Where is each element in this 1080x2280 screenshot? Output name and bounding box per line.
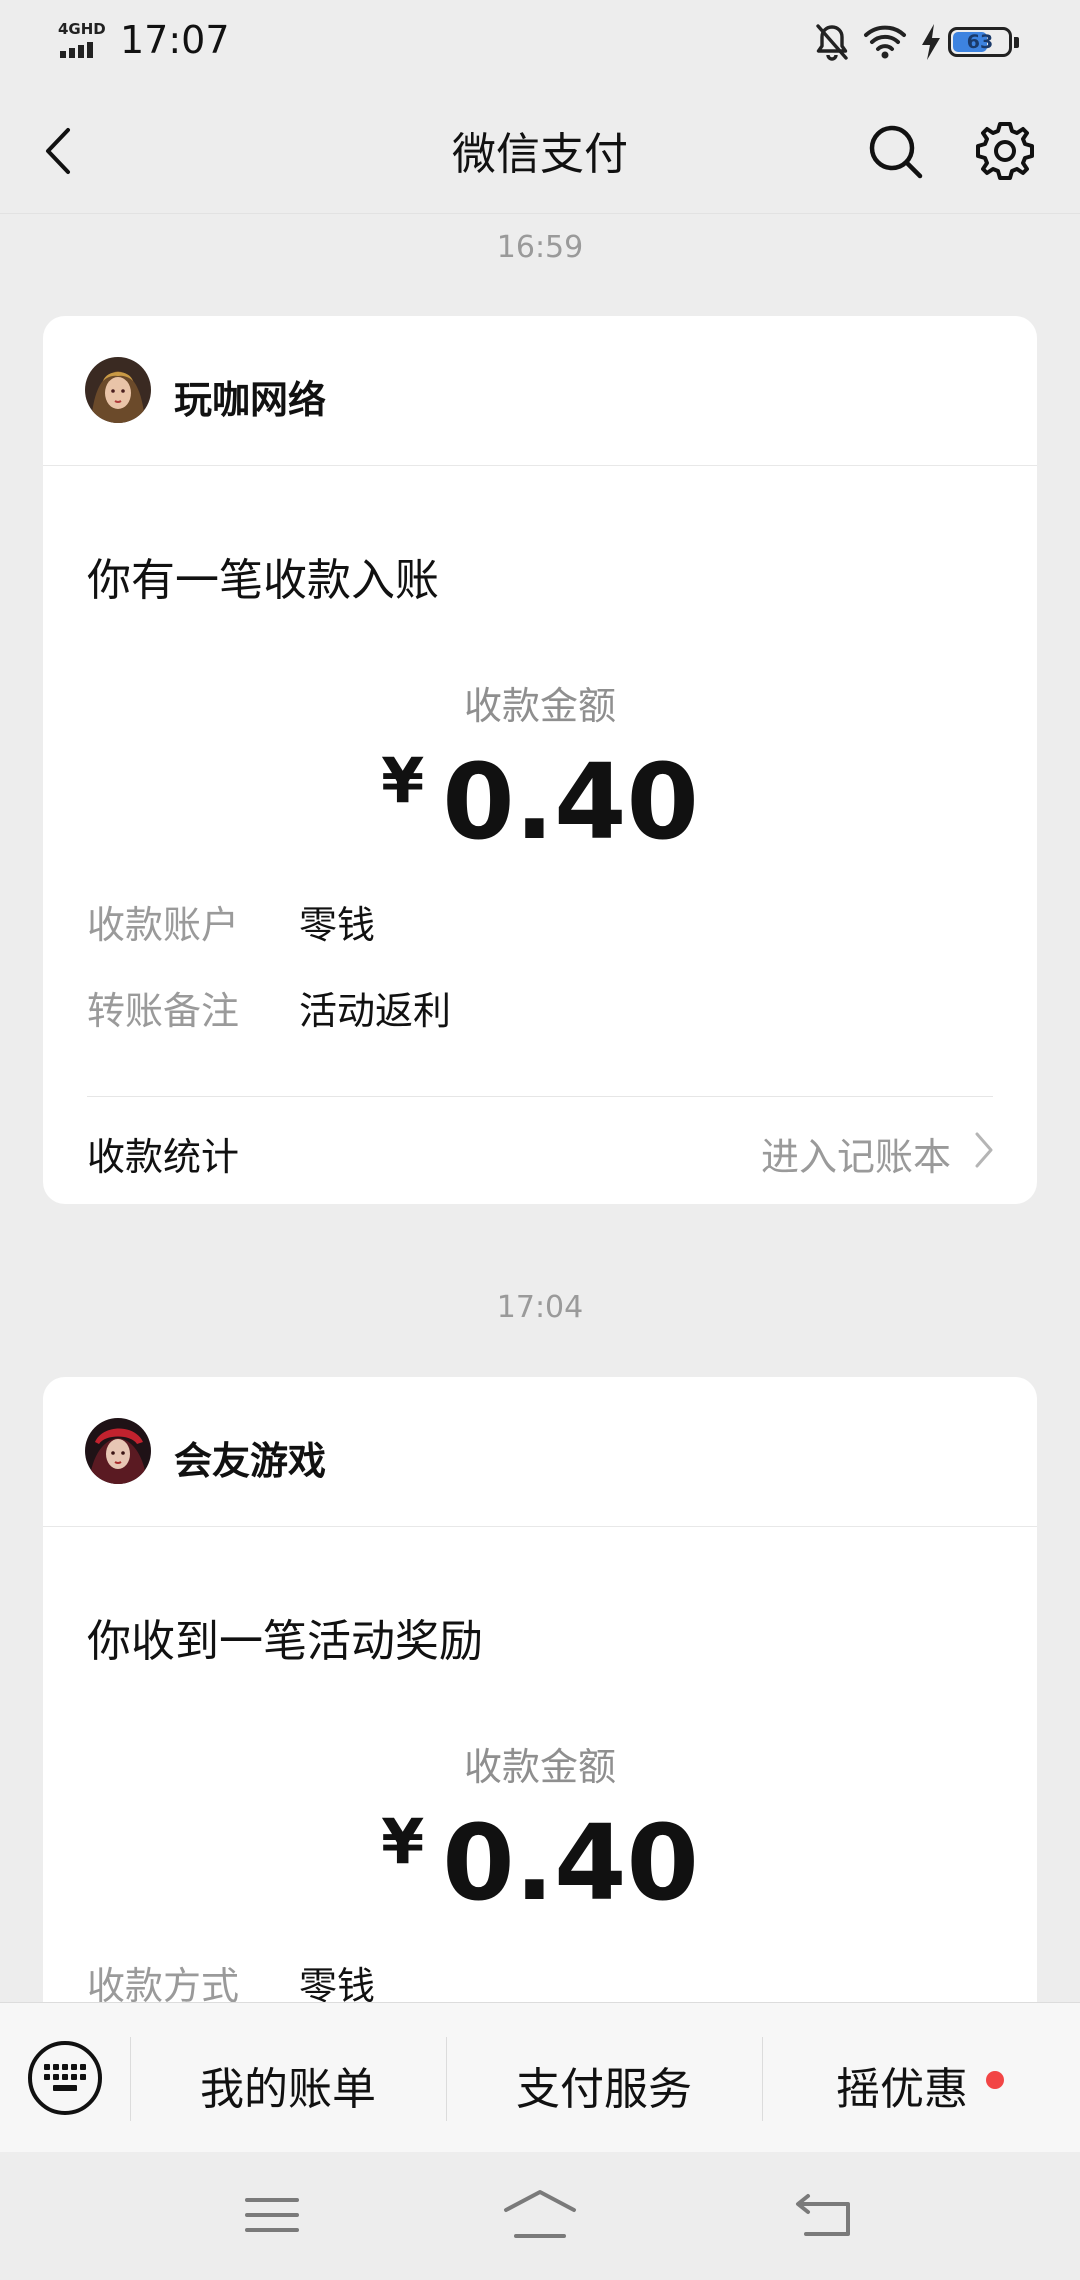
receipt-stats-label[interactable]: 收款统计 [87, 1126, 239, 1181]
home-icon[interactable] [502, 2188, 578, 2240]
merchant-name: 会友游戏 [174, 1439, 327, 1483]
mute-bell-icon [816, 24, 848, 61]
signal-icon: 4GHD [58, 20, 108, 60]
receive-account-label: 收款账户 [87, 903, 240, 947]
bottom-menu: 我的账单 支付服务 摇优惠 [0, 2002, 1080, 2152]
transfer-note-label: 转账备注 [87, 989, 240, 1033]
amount-label: 收款金额 [463, 684, 616, 728]
amount-display: ¥0.40 [43, 741, 1037, 863]
payment-card[interactable]: 玩咖网络 你有一笔收款入账 收款金额 ¥0.40 收款账户 零钱 转账备注 活动… [43, 316, 1037, 1204]
keyboard-toggle-button[interactable] [28, 2041, 102, 2115]
message-headline: 你收到一笔活动奖励 [87, 1616, 483, 1667]
currency-symbol: ¥ [381, 744, 425, 817]
chevron-right-icon[interactable] [973, 1130, 995, 1170]
nav-bar: 微信支付 [0, 86, 1080, 214]
merchant-name: 玩咖网络 [174, 378, 327, 422]
charging-icon [922, 24, 940, 60]
amount-value: 0.40 [442, 741, 699, 863]
amount-label: 收款金额 [463, 1745, 616, 1789]
gear-icon[interactable] [974, 120, 1036, 182]
menu-payment-services[interactable]: 支付服务 [446, 2053, 762, 2117]
battery-cap [1014, 37, 1019, 48]
card-divider [87, 1096, 993, 1097]
transfer-note-value: 活动返利 [299, 989, 452, 1033]
avatar [85, 1418, 151, 1484]
payment-card[interactable]: 会友游戏 你收到一笔活动奖励 收款金额 ¥0.40 收款方式 零钱 [43, 1377, 1037, 2097]
network-type: 4GHD [58, 20, 106, 38]
receive-account-value: 零钱 [299, 903, 376, 947]
notification-dot [986, 2071, 1004, 2089]
search-icon[interactable] [866, 122, 926, 182]
status-bar: 4GHD 17:07 63 [0, 0, 1080, 86]
avatar [85, 357, 151, 423]
amount-value: 0.40 [442, 1802, 699, 1924]
battery-icon: 63 [948, 27, 1012, 57]
message-headline: 你有一笔收款入账 [87, 555, 439, 606]
menu-my-bills[interactable]: 我的账单 [130, 2053, 446, 2117]
message-timestamp: 16:59 [496, 230, 584, 265]
ledger-link[interactable]: 进入记账本 [761, 1126, 951, 1181]
menu-icon[interactable] [244, 2192, 300, 2238]
amount-display: ¥0.40 [43, 1802, 1037, 1924]
message-timestamp: 17:04 [496, 1290, 584, 1325]
keyboard-icon [44, 2064, 86, 2091]
wifi-icon [864, 25, 906, 59]
status-time: 17:07 [120, 18, 230, 62]
battery-level: 63 [966, 31, 994, 53]
currency-symbol: ¥ [381, 1805, 425, 1878]
card-header: 会友游戏 [43, 1377, 1037, 1527]
back-icon[interactable] [794, 2190, 854, 2240]
system-navigation-bar [0, 2152, 1080, 2280]
card-header: 玩咖网络 [43, 316, 1037, 466]
